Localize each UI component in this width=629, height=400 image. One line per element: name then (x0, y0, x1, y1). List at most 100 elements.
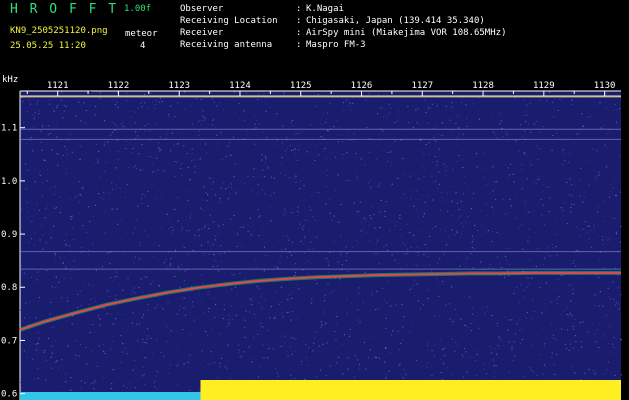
noise-speck (526, 104, 528, 106)
noise-speck (115, 318, 117, 320)
noise-speck (116, 271, 118, 273)
noise-speck (130, 110, 132, 112)
noise-speck (55, 254, 57, 256)
noise-speck (375, 309, 377, 310)
noise-speck (605, 94, 607, 96)
noise-speck (219, 363, 221, 365)
noise-speck (620, 339, 622, 341)
noise-speck (70, 216, 72, 218)
noise-speck (166, 341, 168, 343)
noise-speck (48, 337, 50, 339)
noise-speck (452, 321, 454, 323)
noise-speck (70, 389, 72, 391)
noise-speck (400, 234, 402, 236)
noise-speck (456, 114, 458, 116)
noise-speck (262, 344, 264, 346)
noise-speck (125, 127, 127, 129)
noise-speck (376, 348, 378, 350)
noise-speck (243, 351, 245, 353)
noise-speck (346, 313, 348, 314)
noise-speck (116, 139, 119, 141)
noise-speck (37, 377, 39, 379)
noise-speck (70, 134, 72, 136)
noise-speck (125, 197, 127, 198)
noise-speck (143, 169, 145, 171)
noise-speck (593, 170, 595, 172)
noise-speck (134, 387, 136, 389)
noise-speck (614, 181, 616, 183)
noise-speck (80, 344, 82, 346)
noise-speck (152, 205, 154, 207)
noise-speck (569, 284, 571, 286)
noise-speck (387, 250, 389, 251)
noise-speck (20, 309, 22, 311)
noise-speck (291, 297, 293, 299)
noise-speck (472, 313, 474, 315)
noise-speck (297, 317, 299, 319)
noise-speck (107, 252, 109, 254)
noise-speck (427, 255, 429, 257)
noise-speck (312, 216, 314, 217)
noise-speck (284, 211, 286, 213)
noise-speck (56, 122, 58, 124)
noise-speck (434, 156, 436, 158)
noise-speck (289, 144, 291, 146)
noise-speck (299, 188, 301, 190)
noise-speck (497, 113, 499, 115)
noise-speck (172, 229, 174, 231)
noise-speck (243, 110, 245, 112)
noise-speck (171, 132, 173, 134)
noise-speck (144, 94, 146, 95)
noise-speck (147, 123, 149, 125)
noise-speck (501, 283, 503, 285)
noise-speck (162, 198, 164, 199)
noise-speck (168, 301, 170, 303)
noise-speck (70, 250, 72, 252)
noise-speck (427, 122, 429, 124)
noise-speck (257, 94, 259, 96)
noise-speck (217, 376, 219, 378)
noise-speck (519, 124, 521, 126)
noise-speck (302, 243, 304, 245)
noise-speck (419, 374, 421, 376)
noise-speck (278, 239, 280, 241)
noise-speck (270, 306, 273, 307)
noise-speck (492, 359, 494, 361)
noise-speck (307, 273, 309, 275)
noise-speck (306, 151, 308, 153)
noise-speck (542, 204, 544, 206)
noise-speck (325, 142, 327, 144)
noise-speck (67, 140, 69, 142)
noise-speck (362, 333, 365, 335)
noise-speck (126, 100, 128, 102)
noise-speck (486, 184, 488, 186)
noise-speck (198, 235, 200, 237)
noise-speck (417, 171, 419, 173)
noise-speck (572, 325, 574, 327)
noise-speck (556, 298, 558, 300)
noise-speck (231, 288, 233, 290)
noise-speck (177, 364, 179, 366)
noise-speck (359, 291, 361, 293)
noise-speck (343, 154, 345, 156)
noise-speck (208, 311, 210, 313)
x-tick-label: 1130 (594, 81, 616, 91)
noise-speck (403, 378, 406, 380)
noise-speck (197, 230, 199, 232)
noise-speck (222, 182, 224, 184)
noise-speck (140, 278, 142, 280)
noise-speck (213, 254, 215, 256)
noise-speck (589, 376, 591, 378)
noise-speck (280, 255, 282, 257)
noise-speck (478, 118, 480, 120)
noise-speck (610, 215, 613, 217)
noise-speck (380, 107, 382, 109)
noise-speck (212, 355, 214, 357)
noise-speck (248, 105, 250, 107)
noise-speck (183, 364, 185, 366)
noise-speck (430, 270, 433, 272)
noise-speck (241, 355, 243, 357)
noise-speck (428, 142, 430, 144)
noise-speck (526, 286, 528, 288)
noise-speck (596, 150, 598, 152)
